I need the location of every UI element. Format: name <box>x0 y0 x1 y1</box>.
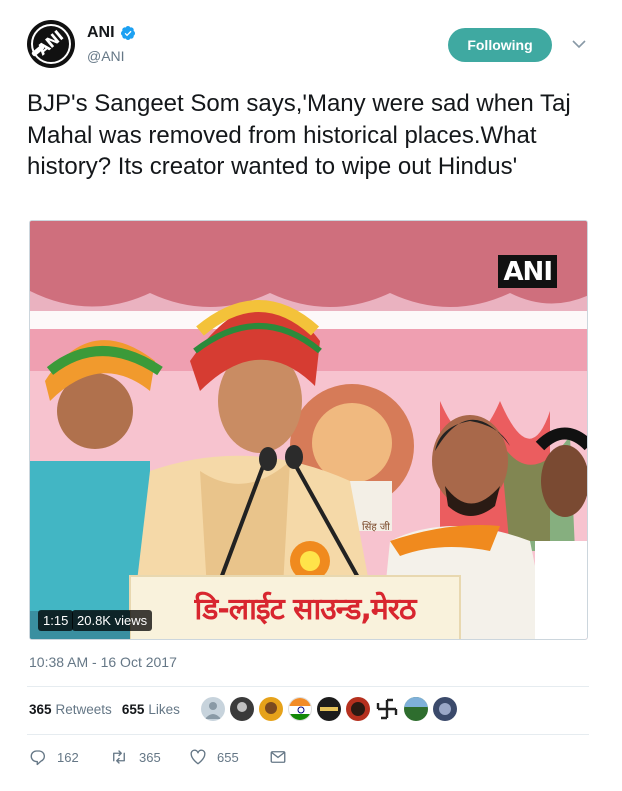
heart-icon <box>190 749 206 765</box>
retweets-stat[interactable]: 365 Retweets <box>29 702 112 717</box>
divider <box>27 686 589 687</box>
likes-stat[interactable]: 655 Likes <box>122 702 180 717</box>
verified-badge-icon <box>120 26 135 40</box>
liker-avatar[interactable] <box>375 697 399 721</box>
liker-avatar[interactable] <box>201 697 225 721</box>
account-name[interactable]: ANI <box>87 24 136 42</box>
ani-watermark: ANI <box>498 255 557 288</box>
banner-text: डि-लाईट साउन्ड,मेरठ <box>194 592 417 627</box>
chevron-down-icon[interactable] <box>571 38 587 50</box>
reply-icon <box>30 750 45 766</box>
retweet-icon <box>113 750 125 764</box>
account-name-text: ANI <box>87 24 115 41</box>
liker-avatar[interactable] <box>288 697 312 721</box>
envelope-icon <box>270 751 286 763</box>
reply-count: 162 <box>57 749 79 765</box>
video-views: 20.8K views <box>72 610 153 631</box>
liker-avatar[interactable] <box>433 697 457 721</box>
tweet-timestamp[interactable]: 10:38 AM - 16 Oct 2017 <box>29 654 177 670</box>
retweet-count: 365 <box>139 749 161 765</box>
following-button[interactable]: Following <box>448 28 552 62</box>
tweet-text: BJP's Sangeet Som says,'Many were sad wh… <box>27 90 571 180</box>
liker-avatar[interactable] <box>404 697 428 721</box>
liker-avatar[interactable] <box>317 697 341 721</box>
account-handle[interactable]: @ANI <box>87 48 125 64</box>
poster-text: सिंह जी <box>362 522 390 533</box>
tweet-actions: 162 365 655 <box>29 748 297 766</box>
likers-avatars <box>201 697 462 721</box>
liker-avatar[interactable] <box>259 697 283 721</box>
retweet-action[interactable]: 365 <box>109 748 189 766</box>
direct-message-action[interactable] <box>269 748 297 766</box>
tweet-stats: 365 Retweets 655 Likes <box>29 702 180 717</box>
account-avatar[interactable]: ANI <box>27 20 75 68</box>
like-count: 655 <box>217 749 239 765</box>
liker-avatar[interactable] <box>230 697 254 721</box>
reply-action[interactable]: 162 <box>29 748 109 766</box>
liker-avatar[interactable] <box>346 697 370 721</box>
video-duration: 1:15 <box>38 610 74 631</box>
video-player[interactable]: ANI डि-लाईट साउन्ड,मेरठ सिंह जी 1:15 20.… <box>29 220 588 640</box>
divider <box>27 734 589 735</box>
like-action[interactable]: 655 <box>189 748 269 766</box>
